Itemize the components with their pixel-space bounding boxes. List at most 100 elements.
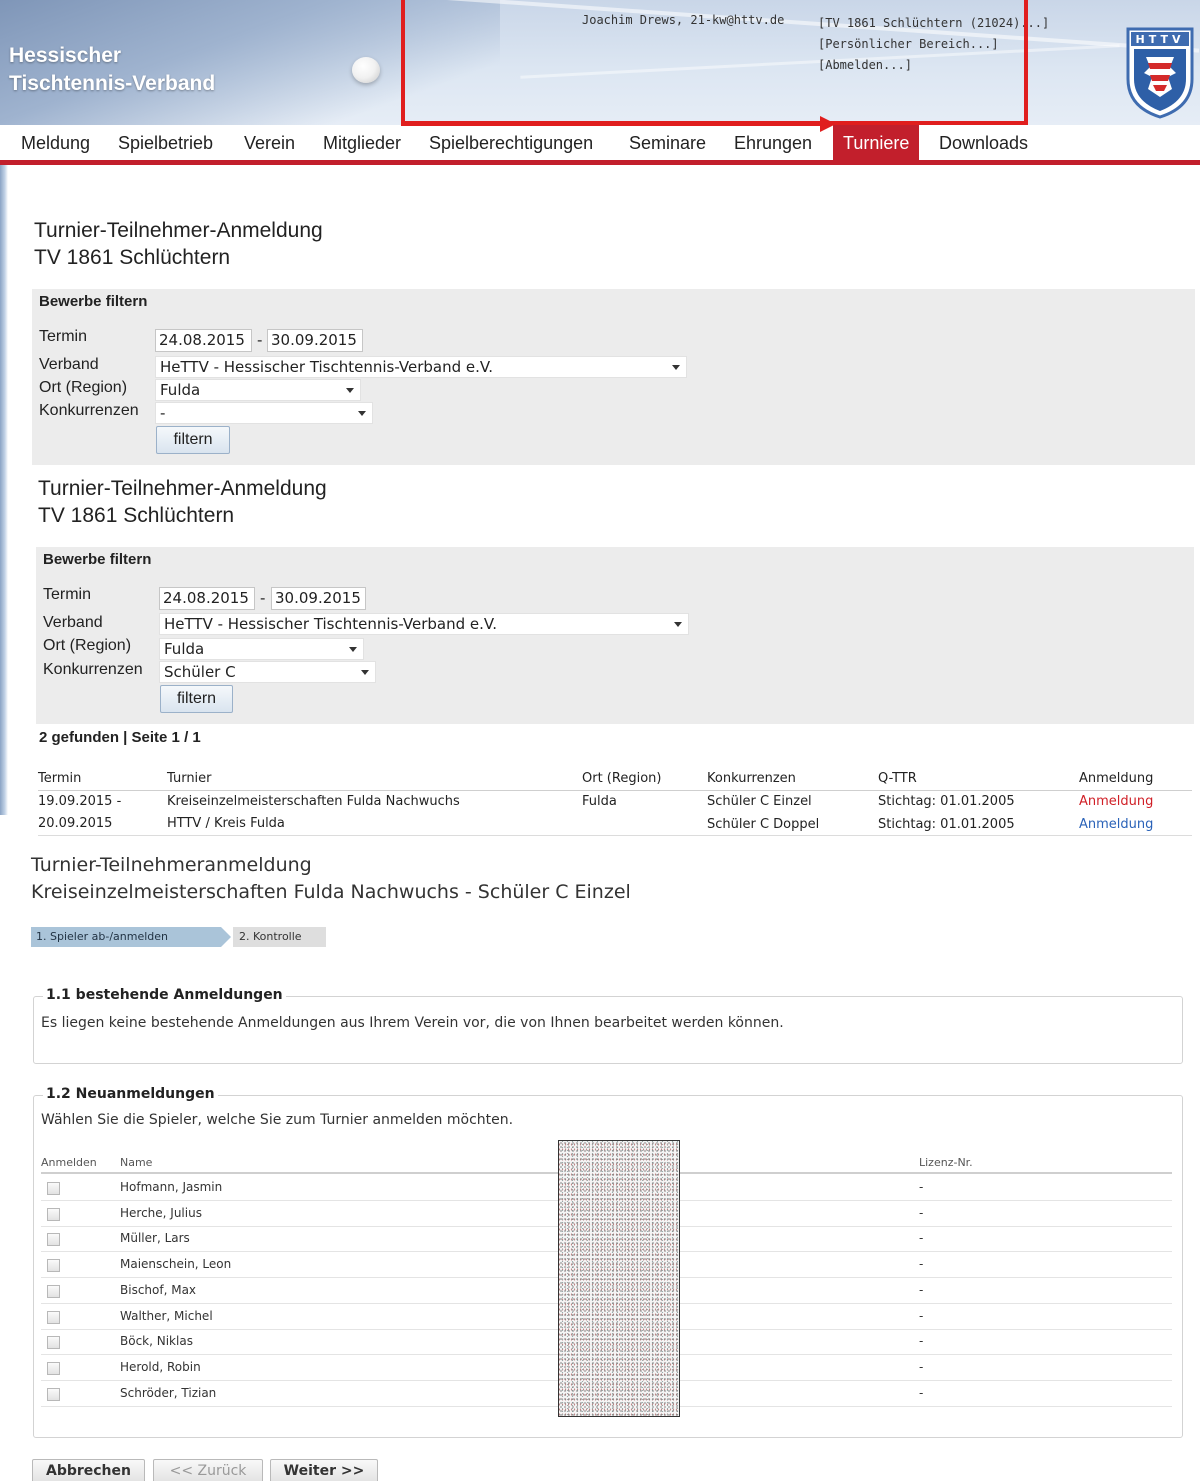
page-subtitle: TV 1861 Schlüchtern	[38, 504, 235, 527]
back-button[interactable]: << Zurück	[153, 1459, 263, 1481]
date-from-input[interactable]: 24.08.2015	[159, 587, 255, 610]
col-termin: Termin	[38, 771, 82, 786]
anmeldung-doppel-link[interactable]: Anmeldung	[1079, 817, 1153, 832]
konkurrenzen-select[interactable]: -	[155, 402, 373, 424]
konkurrenz-einzel: Schüler C Einzel	[707, 794, 812, 809]
chevron-down-icon	[346, 388, 354, 393]
main-navigation: Meldung Spielbetrieb Verein Mitglieder S…	[0, 125, 1200, 165]
nav-item-downloads[interactable]: Downloads	[929, 125, 1038, 160]
ort-label: Ort (Region)	[39, 379, 128, 396]
konkurrenz-doppel: Schüler C Doppel	[707, 817, 820, 832]
ort-select[interactable]: Fulda	[155, 379, 361, 401]
col-konkurrenzen: Konkurrenzen	[707, 771, 796, 786]
player-checkbox[interactable]	[47, 1361, 60, 1375]
page-subtitle: TV 1861 Schlüchtern	[34, 246, 231, 269]
player-license: -	[919, 1257, 924, 1272]
player-checkbox[interactable]	[47, 1207, 60, 1221]
verband-select[interactable]: HeTTV - Hessischer Tischtennis-Verband e…	[155, 356, 687, 378]
ort-value: Fulda	[160, 381, 201, 399]
player-license: -	[919, 1180, 924, 1194]
redacted-region	[558, 1140, 680, 1417]
date-from-input[interactable]: 24.08.2015	[155, 329, 252, 352]
nav-item-spielbetrieb[interactable]: Spielbetrieb	[108, 125, 223, 160]
ort-label: Ort (Region)	[43, 637, 132, 654]
player-name: Maienschein, Leon	[120, 1257, 232, 1272]
col-lizenz: Lizenz-Nr.	[919, 1156, 973, 1169]
player-name: Hofmann, Jasmin	[120, 1180, 223, 1194]
konkurrenzen-value: -	[160, 404, 166, 422]
verband-label: Verband	[43, 614, 103, 631]
player-license: -	[919, 1282, 924, 1297]
nav-item-verein[interactable]: Verein	[234, 125, 305, 160]
chevron-down-icon	[358, 411, 366, 416]
player-checkbox[interactable]	[47, 1387, 60, 1401]
nav-item-turniere[interactable]: Turniere	[833, 125, 920, 160]
player-name: Müller, Lars	[120, 1231, 190, 1246]
step-arrow	[221, 927, 231, 947]
filter-button[interactable]: filtern	[160, 685, 233, 713]
next-button[interactable]: Weiter >>	[270, 1459, 378, 1481]
page-subtitle: Kreiseinzelmeisterschaften Fulda Nachwuc…	[31, 881, 631, 903]
player-name: Schröder, Tizian	[120, 1385, 217, 1400]
site-logo-text[interactable]: Hessischer Tischtennis-Verband	[9, 42, 215, 98]
ort-select[interactable]: Fulda	[159, 638, 364, 660]
player-checkbox[interactable]	[47, 1182, 60, 1195]
termin-label: Termin	[43, 586, 92, 603]
filter-button[interactable]: filtern	[156, 426, 230, 454]
ort-value: Fulda	[582, 794, 617, 809]
new-registrations-text: Wählen Sie die Spieler, welche Sie zum T…	[41, 1112, 514, 1128]
qttr-doppel: Stichtag: 01.01.2005	[878, 817, 1015, 832]
verband-value: HeTTV - Hessischer Tischtennis-Verband e…	[160, 358, 493, 376]
brand-line: Hessischer	[9, 44, 122, 67]
step-next[interactable]: 2. Kontrolle	[233, 927, 326, 947]
step-current[interactable]: 1. Spieler ab-/anmelden	[31, 927, 221, 947]
termin-end: 20.09.2015	[38, 816, 113, 831]
chevron-down-icon	[672, 365, 680, 370]
player-checkbox[interactable]	[47, 1310, 60, 1324]
player-checkbox[interactable]	[47, 1259, 60, 1273]
player-checkbox[interactable]	[47, 1336, 60, 1350]
col-name: Name	[120, 1156, 153, 1169]
turnier-organizer: HTTV / Kreis Fulda	[167, 816, 285, 831]
ort-value: Fulda	[164, 640, 205, 658]
col-anmelden: Anmelden	[41, 1156, 97, 1169]
filter-panel: Bewerbe filtern Termin 24.08.2015 - 30.0…	[32, 289, 1195, 465]
player-name: Bischof, Max	[120, 1282, 197, 1297]
player-checkbox[interactable]	[47, 1233, 60, 1247]
page-title: Turnier-Teilnehmer-Anmeldung TV 1861 Sch…	[34, 217, 323, 271]
verband-label: Verband	[39, 356, 99, 373]
player-license: -	[919, 1205, 924, 1220]
anmeldung-einzel-link[interactable]: Anmeldung	[1079, 794, 1153, 809]
filter-panel: Bewerbe filtern Termin 24.08.2015 - 30.0…	[36, 547, 1194, 724]
nav-item-seminare[interactable]: Seminare	[619, 125, 716, 160]
player-license: -	[919, 1308, 924, 1323]
player-checkbox[interactable]	[47, 1284, 60, 1298]
konkurrenzen-select[interactable]: Schüler C	[159, 661, 376, 683]
verband-value: HeTTV - Hessischer Tischtennis-Verband e…	[164, 615, 497, 633]
konkurrenzen-label: Konkurrenzen	[39, 402, 139, 419]
nav-item-ehrungen[interactable]: Ehrungen	[724, 125, 822, 160]
page-title-line: Turnier-Teilnehmer-Anmeldung	[38, 477, 327, 500]
col-anmeldung: Anmeldung	[1079, 771, 1154, 786]
player-license: -	[919, 1385, 924, 1400]
nav-item-spielberechtigungen[interactable]: Spielberechtigungen	[419, 125, 603, 160]
chevron-down-icon	[674, 622, 682, 627]
page-title-line: Turnier-Teilnehmer-Anmeldung	[34, 219, 323, 242]
nav-item-meldung[interactable]: Meldung	[11, 125, 100, 160]
existing-registrations-text: Es liegen keine bestehende Anmeldungen a…	[41, 1015, 784, 1031]
player-name: Böck, Niklas	[120, 1334, 193, 1349]
date-to-input[interactable]: 30.09.2015	[271, 587, 366, 610]
nav-item-mitglieder[interactable]: Mitglieder	[313, 125, 411, 160]
crest-text: HTTV	[1136, 33, 1185, 46]
annotation-highlight	[401, 0, 1028, 125]
cancel-button[interactable]: Abbrechen	[32, 1459, 145, 1481]
ping-pong-ball-icon	[352, 57, 380, 83]
verband-select[interactable]: HeTTV - Hessischer Tischtennis-Verband e…	[159, 613, 689, 635]
date-to-input[interactable]: 30.09.2015	[267, 329, 363, 352]
results-count: 2 gefunden | Seite 1 / 1	[39, 729, 201, 746]
termin-label: Termin	[39, 328, 88, 345]
turnier-name: Kreiseinzelmeisterschaften Fulda Nachwuc…	[167, 794, 460, 809]
results-table-header: Termin Turnier Ort (Region) Konkurrenzen…	[38, 771, 1192, 791]
player-name: Walther, Michel	[120, 1308, 213, 1323]
filter-heading: Bewerbe filtern	[39, 293, 148, 310]
